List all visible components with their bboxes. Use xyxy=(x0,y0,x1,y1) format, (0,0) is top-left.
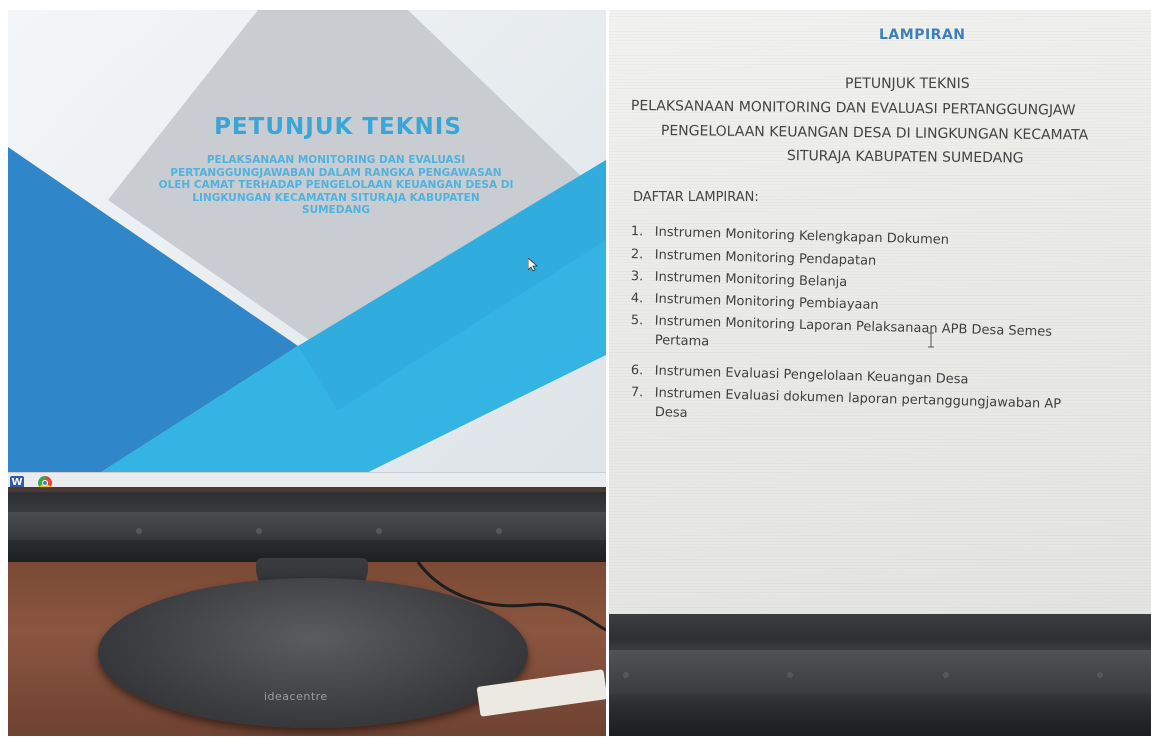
document-header: LAMPIRAN xyxy=(879,27,966,43)
text-cursor-icon xyxy=(928,332,934,348)
document-title: PETUNJUK TEKNIS xyxy=(845,76,970,92)
list-item-number: 2. xyxy=(630,247,644,263)
stand-brand-label: ideacentre xyxy=(264,690,328,703)
document-title-line: SITURAJA KABUPATEN SUMEDANG xyxy=(786,148,1024,167)
list-item-number: 4. xyxy=(630,291,644,307)
bezel-button-icon xyxy=(787,672,793,678)
left-photo: PETUNJUK TEKNIS PELAKSANAAN MONITORING D… xyxy=(8,10,606,736)
monitor-screen-right: LAMPIRAN PETUNJUK TEKNIS PELAKSANAAN MON… xyxy=(609,10,1151,614)
list-item-number: 1. xyxy=(630,224,644,240)
list-item-continuation: Desa xyxy=(654,405,688,421)
list-item-number: 6. xyxy=(630,363,644,379)
bezel-strip xyxy=(609,650,1151,694)
list-heading: DAFTAR LAMPIRAN: xyxy=(633,190,759,205)
bezel-button-icon xyxy=(623,672,629,678)
right-photo: LAMPIRAN PETUNJUK TEKNIS PELAKSANAAN MON… xyxy=(609,10,1151,736)
bezel-button-icon xyxy=(1097,672,1103,678)
list-item-number: 5. xyxy=(630,313,644,329)
monitor-bezel-right xyxy=(609,614,1151,736)
list-item-number: 7. xyxy=(630,385,644,401)
cable xyxy=(416,561,606,632)
list-item-continuation: Pertama xyxy=(654,333,710,350)
list-item-number: 3. xyxy=(630,269,644,285)
bezel-button-icon xyxy=(943,672,949,678)
